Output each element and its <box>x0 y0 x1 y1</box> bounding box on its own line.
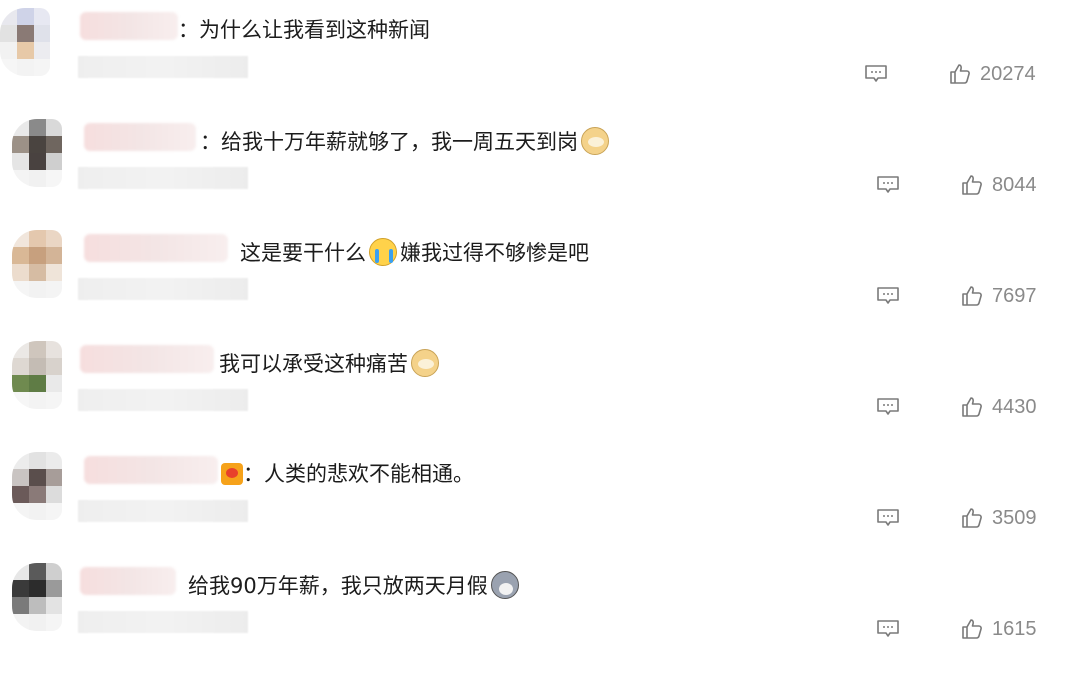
comment-text: 给我90万年薪，我只放两天月假 <box>188 571 519 600</box>
comment-item: ：人类的悲欢不能相通。 3509 <box>0 446 1080 557</box>
comment-item: ：为什么让我看到这种新闻 20274 <box>0 2 1080 113</box>
thumbs-up-icon <box>950 64 970 84</box>
comment-text-content: 我可以承受这种痛苦 <box>219 352 408 376</box>
comment-text-content: ：人类的悲欢不能相通。 <box>243 462 474 486</box>
like-count: 8044 <box>992 173 1037 196</box>
comment-reply-icon[interactable] <box>876 286 900 306</box>
avatar[interactable] <box>12 452 62 520</box>
comment-text: ：为什么让我看到这种新闻 <box>178 16 430 44</box>
meta-blurred <box>78 500 248 522</box>
comment-text-content: ：给我十万年薪就够了，我一周五天到岗 <box>200 130 578 154</box>
love-emoji-icon <box>221 463 243 485</box>
username-blurred[interactable] <box>84 123 196 151</box>
comment-text-content: ：为什么让我看到这种新闻 <box>178 18 430 42</box>
avatar[interactable] <box>12 563 62 631</box>
comment-item: 给我90万年薪，我只放两天月假 1615 <box>0 557 1080 668</box>
comment-list: ：为什么让我看到这种新闻 20274 ：给我十万年薪就够了，我一周五天到岗 80… <box>0 0 1080 674</box>
like-button[interactable]: 20274 <box>948 59 1036 89</box>
meta-blurred <box>78 611 248 633</box>
like-button[interactable]: 4430 <box>960 392 1037 422</box>
comment-text-content: 给我90万年薪，我只放两天月假 <box>188 574 488 598</box>
like-count: 4430 <box>992 395 1037 418</box>
comment-text: ：人类的悲欢不能相通。 <box>221 460 474 488</box>
like-button[interactable]: 7697 <box>960 281 1037 311</box>
comment-text: 这是要干什么 嫌我过得不够惨是吧 <box>240 238 589 267</box>
avatar[interactable] <box>12 341 62 409</box>
meta-blurred <box>78 278 248 300</box>
username-blurred[interactable] <box>80 567 176 595</box>
comment-reply-icon[interactable] <box>876 619 900 639</box>
doge-emoji-icon <box>581 127 609 155</box>
comment-reply-icon[interactable] <box>876 508 900 528</box>
comment-text: 我可以承受这种痛苦 <box>219 349 439 378</box>
crying-emoji-icon <box>369 238 397 266</box>
like-button[interactable]: 3509 <box>960 503 1037 533</box>
thumbs-up-icon <box>962 286 982 306</box>
like-count: 3509 <box>992 506 1037 529</box>
comment-item: ：给我十万年薪就够了，我一周五天到岗 8044 <box>0 113 1080 224</box>
meta-blurred <box>78 56 248 78</box>
username-blurred[interactable] <box>84 456 218 484</box>
comment-text: ：给我十万年薪就够了，我一周五天到岗 <box>200 127 609 156</box>
avatar[interactable] <box>0 8 50 76</box>
thumbs-up-icon <box>962 175 982 195</box>
meta-blurred <box>78 389 248 411</box>
comment-text-content-2: 嫌我过得不够惨是吧 <box>400 241 589 265</box>
avatar[interactable] <box>12 119 62 187</box>
avatar[interactable] <box>12 230 62 298</box>
thumbs-up-icon <box>962 397 982 417</box>
thumbs-up-icon <box>962 619 982 639</box>
comment-reply-icon[interactable] <box>876 397 900 417</box>
like-count: 1615 <box>992 617 1037 640</box>
thumbs-up-icon <box>962 508 982 528</box>
comment-text-content: 这是要干什么 <box>240 241 366 265</box>
username-blurred[interactable] <box>80 12 178 40</box>
comment-reply-icon[interactable] <box>864 64 888 84</box>
like-count: 7697 <box>992 284 1037 307</box>
doge-emoji-icon <box>411 349 439 377</box>
comment-item: 这是要干什么 嫌我过得不够惨是吧 7697 <box>0 224 1080 335</box>
husky-emoji-icon <box>490 571 519 599</box>
username-blurred[interactable] <box>84 234 228 262</box>
like-button[interactable]: 8044 <box>960 170 1037 200</box>
username-blurred[interactable] <box>80 345 214 373</box>
meta-blurred <box>78 167 248 189</box>
like-count: 20274 <box>980 62 1036 85</box>
comment-reply-icon[interactable] <box>876 175 900 195</box>
comment-item: 我可以承受这种痛苦 4430 <box>0 335 1080 446</box>
like-button[interactable]: 1615 <box>960 614 1037 644</box>
